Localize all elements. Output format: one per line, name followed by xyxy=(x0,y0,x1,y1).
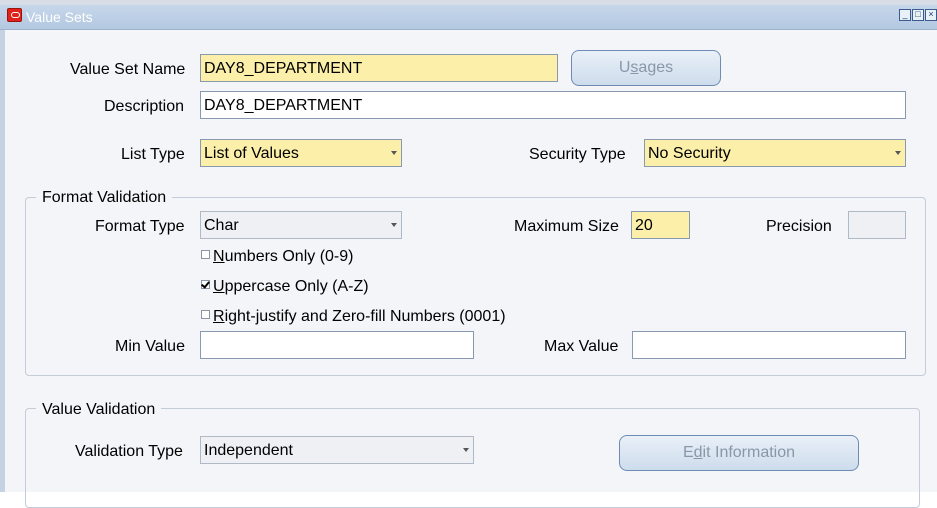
uppercase-only-label[interactable]: Uppercase Only (A-Z) xyxy=(213,278,369,296)
maximum-size-label: Maximum Size xyxy=(514,218,619,235)
edit-information-button[interactable]: Edit Information xyxy=(619,435,859,471)
uppercase-only-checkbox[interactable] xyxy=(201,280,210,289)
description-label: Description xyxy=(104,98,185,115)
right-justify-checkbox[interactable] xyxy=(201,310,210,319)
right-justify-mnemonic: R xyxy=(213,308,225,325)
format-type-label: Format Type xyxy=(95,218,185,235)
chevron-down-icon[interactable] xyxy=(463,448,469,452)
chevron-down-icon[interactable] xyxy=(391,151,397,155)
maximum-size-field[interactable]: 20 xyxy=(631,211,690,239)
min-value-field[interactable] xyxy=(200,331,474,359)
value-set-name-label: Value Set Name xyxy=(70,61,186,78)
minimize-icon[interactable]: _ xyxy=(899,9,911,21)
window-titlebar[interactable] xyxy=(0,5,937,30)
validation-type-value: Independent xyxy=(204,442,293,459)
right-justify-label[interactable]: Right-justify and Zero-fill Numbers (000… xyxy=(213,308,506,326)
numbers-only-label[interactable]: Numbers Only (0-9) xyxy=(213,248,353,266)
value-set-name-field[interactable]: DAY8_DEPARTMENT xyxy=(200,54,558,82)
validation-type-select[interactable]: Independent xyxy=(200,436,474,464)
edit-information-mnemonic: d xyxy=(693,444,703,461)
security-type-label: Security Type xyxy=(529,146,626,163)
list-type-select[interactable]: List of Values xyxy=(200,139,402,167)
value-validation-title: Value Validation xyxy=(36,401,162,419)
security-type-select[interactable]: No Security xyxy=(644,139,906,167)
min-value-label: Min Value xyxy=(115,338,185,355)
right-justify-text: ight-justify and Zero-fill Numbers (0001… xyxy=(224,308,506,325)
list-type-label: List Type xyxy=(121,146,185,163)
chevron-down-icon[interactable] xyxy=(895,151,901,155)
precision-label: Precision xyxy=(766,218,832,235)
usages-label-suffix: ages xyxy=(638,59,674,76)
edit-information-label-suffix: it Information xyxy=(702,444,796,461)
uppercase-only-mnemonic: U xyxy=(213,278,225,295)
window-controls: _ □ × xyxy=(899,9,937,23)
max-value-label: Max Value xyxy=(544,338,619,355)
format-type-select[interactable]: Char xyxy=(200,211,402,239)
description-field[interactable]: DAY8_DEPARTMENT xyxy=(200,91,906,119)
oracle-app-icon xyxy=(7,8,22,22)
uppercase-only-text: ppercase Only (A-Z) xyxy=(224,278,369,295)
edit-information-label-prefix: E xyxy=(682,444,694,461)
validation-type-label: Validation Type xyxy=(75,443,183,460)
max-value-field[interactable] xyxy=(632,331,906,359)
chevron-down-icon[interactable] xyxy=(391,223,397,227)
window-title: Value Sets xyxy=(26,9,93,25)
usages-label-prefix: U xyxy=(618,59,631,76)
format-validation-title: Format Validation xyxy=(36,189,173,207)
close-icon[interactable]: × xyxy=(925,9,937,21)
maximize-icon[interactable]: □ xyxy=(912,9,924,21)
precision-field[interactable] xyxy=(848,211,906,239)
list-type-value: List of Values xyxy=(204,145,299,162)
security-type-value: No Security xyxy=(648,145,731,162)
numbers-only-checkbox[interactable] xyxy=(201,250,210,259)
usages-button[interactable]: Usages xyxy=(571,50,721,86)
numbers-only-mnemonic: N xyxy=(213,248,225,265)
format-type-value: Char xyxy=(204,217,239,234)
numbers-only-text: umbers Only (0-9) xyxy=(224,248,354,265)
